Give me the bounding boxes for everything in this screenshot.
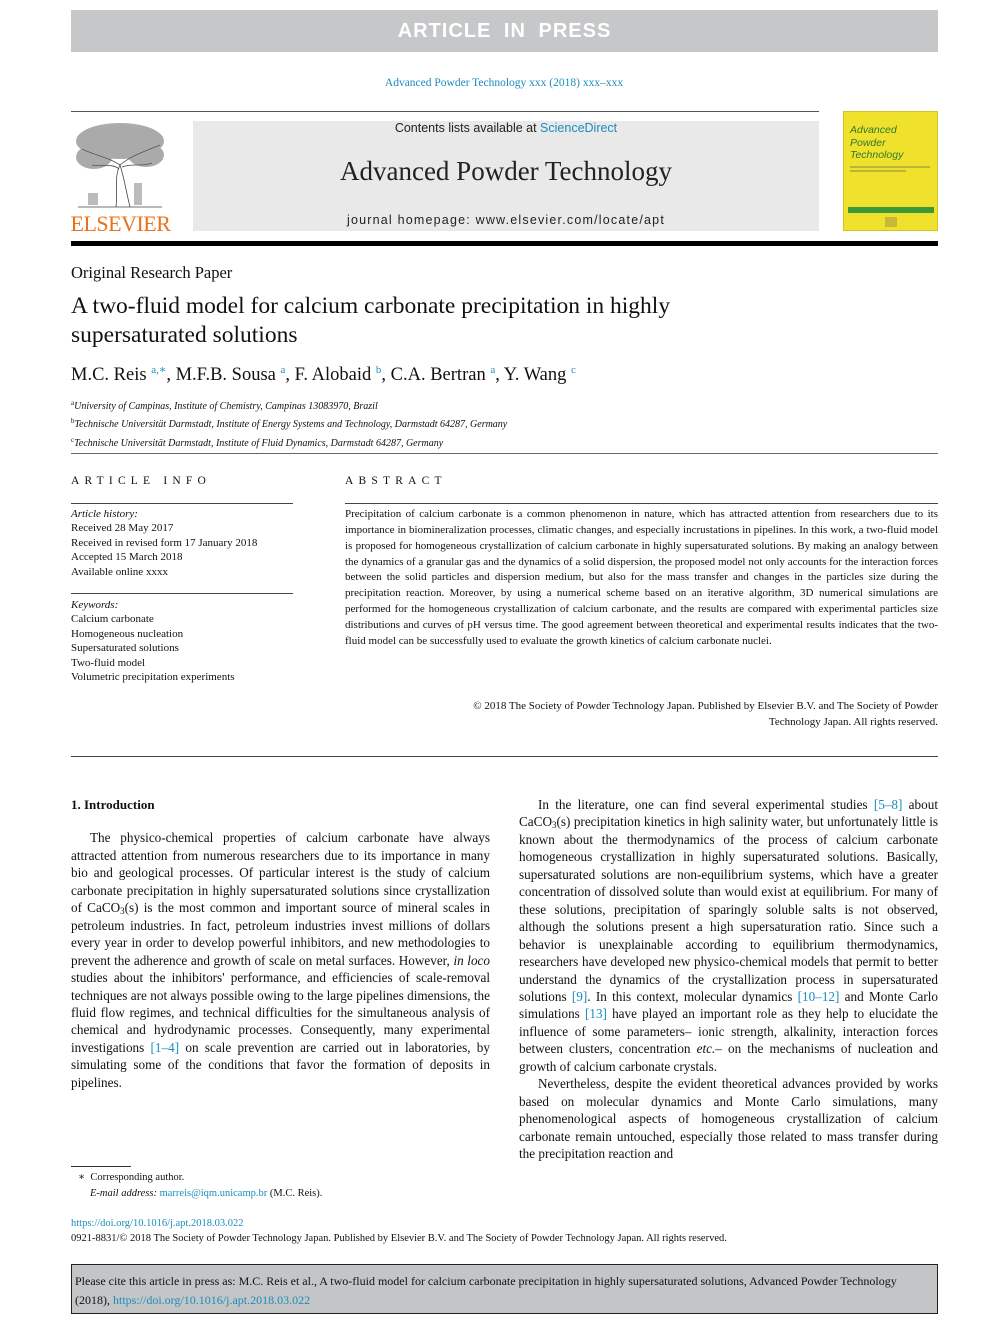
section-heading: 1. Introduction <box>71 797 155 812</box>
affiliation-marker[interactable]: a,∗ <box>151 364 166 376</box>
author[interactable]: C.A. Bertran <box>391 365 486 385</box>
body-column-right: In the literature, one can find several … <box>519 796 938 1163</box>
history-item: Accepted 15 March 2018 <box>71 551 183 564</box>
journal-cover-thumbnail[interactable]: Advanced Powder Technology <box>843 111 938 231</box>
author[interactable]: M.C. Reis <box>71 365 147 385</box>
elsevier-logo[interactable]: ELSEVIER <box>68 119 173 237</box>
cover-title: Advanced Powder Technology <box>850 124 904 161</box>
article-info-heading: ARTICLE INFO <box>71 475 211 487</box>
keyword: Supersaturated solutions <box>71 642 179 655</box>
citation-link[interactable]: [13] <box>585 1006 607 1021</box>
paragraph: Nevertheless, despite the evident theore… <box>519 1076 938 1162</box>
affiliations: aUniversity of Campinas, Institute of Ch… <box>71 396 507 451</box>
affiliation-marker[interactable]: a <box>280 364 285 376</box>
divider <box>71 593 293 594</box>
author-list: M.C. Reis a,∗, M.F.B. Sousa a, F. Alobai… <box>71 364 576 385</box>
affiliation-marker[interactable]: a <box>490 364 495 376</box>
journal-reference-link[interactable]: Advanced Powder Technology xxx (2018) xx… <box>0 77 992 89</box>
elsevier-wordmark: ELSEVIER <box>70 211 171 236</box>
history-item: Received 28 May 2017 <box>71 522 174 535</box>
keywords: Keywords: Calcium carbonate Homogeneous … <box>71 599 235 684</box>
abstract-text: Precipitation of calcium carbonate is a … <box>345 508 938 647</box>
affiliation: bTechnische Universität Darmstadt, Insti… <box>71 417 508 431</box>
article-in-press-banner: ARTICLE IN PRESS <box>71 10 938 52</box>
divider <box>71 453 938 454</box>
citation-box: Please cite this article in press as: M.… <box>71 1264 938 1314</box>
contents-line: Contents lists available at ScienceDirec… <box>394 121 618 135</box>
divider <box>345 503 938 504</box>
keyword: Two-fluid model <box>71 656 146 669</box>
affiliation-marker[interactable]: b <box>376 364 382 376</box>
citation-link[interactable]: [9] <box>572 989 587 1004</box>
affiliation-marker[interactable]: c <box>571 364 576 376</box>
citation-link[interactable]: [1–4] <box>151 1040 180 1055</box>
header-divider <box>71 241 938 246</box>
affiliation: cTechnische Universität Darmstadt, Insti… <box>71 435 444 449</box>
author[interactable]: Y. Wang <box>504 365 567 385</box>
keyword: Homogeneous nucleation <box>71 627 184 640</box>
author[interactable]: F. Alobaid <box>295 365 372 385</box>
doi-block: https://doi.org/10.1016/j.apt.2018.03.02… <box>71 1216 727 1246</box>
abstract-heading: ABSTRACT <box>345 475 447 487</box>
issn-copyright: 0921-8831/© 2018 The Society of Powder T… <box>71 1233 727 1244</box>
paper-title: A two-fluid model for calcium carbonate … <box>71 293 671 348</box>
paper-type: Original Research Paper <box>71 263 233 282</box>
email-link[interactable]: marreis@iqm.unicamp.br <box>160 1188 268 1199</box>
divider <box>71 111 819 112</box>
doi-link[interactable]: https://doi.org/10.1016/j.apt.2018.03.02… <box>71 1216 727 1231</box>
footnote-divider <box>71 1166 131 1167</box>
keyword: Calcium carbonate <box>71 613 154 626</box>
history-item: Received in revised form 17 January 2018 <box>71 536 258 549</box>
journal-homepage[interactable]: journal homepage: www.elsevier.com/locat… <box>193 213 819 227</box>
citation-link[interactable]: [10–12] <box>798 989 840 1004</box>
journal-masthead: Contents lists available at ScienceDirec… <box>193 121 819 231</box>
body-column-left: 1. Introduction The physico-chemical pro… <box>71 796 490 1091</box>
abstract-copyright: © 2018 The Society of Powder Technology … <box>473 700 938 728</box>
citation-doi-link[interactable]: https://doi.org/10.1016/j.apt.2018.03.02… <box>113 1293 310 1307</box>
tree-icon <box>76 123 164 208</box>
author[interactable]: M.F.B. Sousa <box>176 365 276 385</box>
journal-title: Advanced Powder Technology <box>339 156 673 186</box>
history-item: Available online xxxx <box>71 565 168 578</box>
citation-link[interactable]: [5–8] <box>874 797 903 812</box>
paragraph: In the literature, one can find several … <box>519 797 938 1074</box>
cover-subtitle <box>850 166 930 174</box>
footnote: ∗ Corresponding author. E-mail address: … <box>78 1172 323 1199</box>
keyword: Volumetric precipitation experiments <box>71 671 235 684</box>
divider <box>71 756 938 757</box>
paragraph: The physico-chemical properties of calci… <box>71 830 490 1090</box>
cover-publisher-icon <box>885 217 897 227</box>
divider <box>71 503 293 504</box>
cover-band <box>848 207 934 213</box>
article-history: Article history: Received 28 May 2017 Re… <box>71 508 258 578</box>
sciencedirect-link[interactable]: ScienceDirect <box>540 121 617 135</box>
affiliation: aUniversity of Campinas, Institute of Ch… <box>71 399 378 412</box>
